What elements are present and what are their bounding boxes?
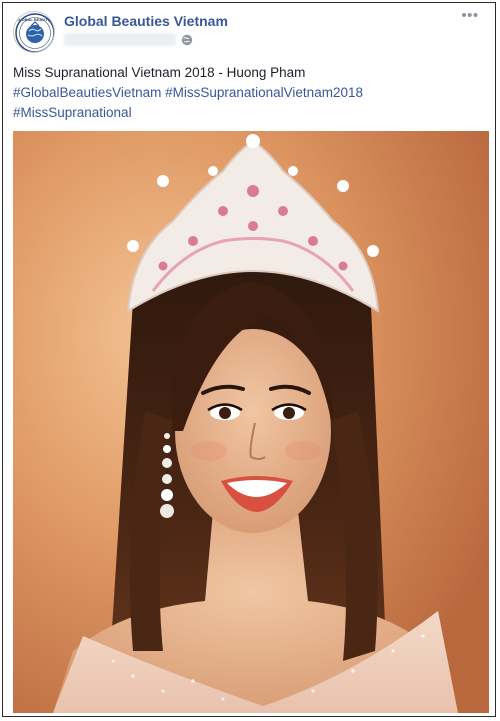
page-avatar[interactable]: GLOBAL BEAUTIES xyxy=(13,11,55,53)
page-name-link[interactable]: Global Beauties Vietnam xyxy=(64,13,228,29)
globe-icon[interactable] xyxy=(181,34,193,46)
logo-lettering: GLOBAL BEAUTIES xyxy=(16,17,54,22)
post-caption: Miss Supranational Vietnam 2018 - Huong … xyxy=(13,65,306,80)
hashtags-line-1[interactable]: #GlobalBeautiesVietnam #MissSupranationa… xyxy=(13,83,483,103)
post-header: GLOBAL BEAUTIES Global Beauties Vietnam … xyxy=(3,3,495,59)
post-photo[interactable] xyxy=(13,131,489,713)
hashtags-line-2[interactable]: #MissSupranational xyxy=(13,103,483,123)
post-text: Miss Supranational Vietnam 2018 - Huong … xyxy=(13,63,483,123)
blurred-timestamp xyxy=(64,33,176,46)
facebook-post: GLOBAL BEAUTIES Global Beauties Vietnam … xyxy=(2,2,496,717)
more-options-icon[interactable]: ••• xyxy=(459,8,481,25)
photo-illustration xyxy=(13,131,489,713)
global-beauties-logo: GLOBAL BEAUTIES xyxy=(15,13,54,52)
